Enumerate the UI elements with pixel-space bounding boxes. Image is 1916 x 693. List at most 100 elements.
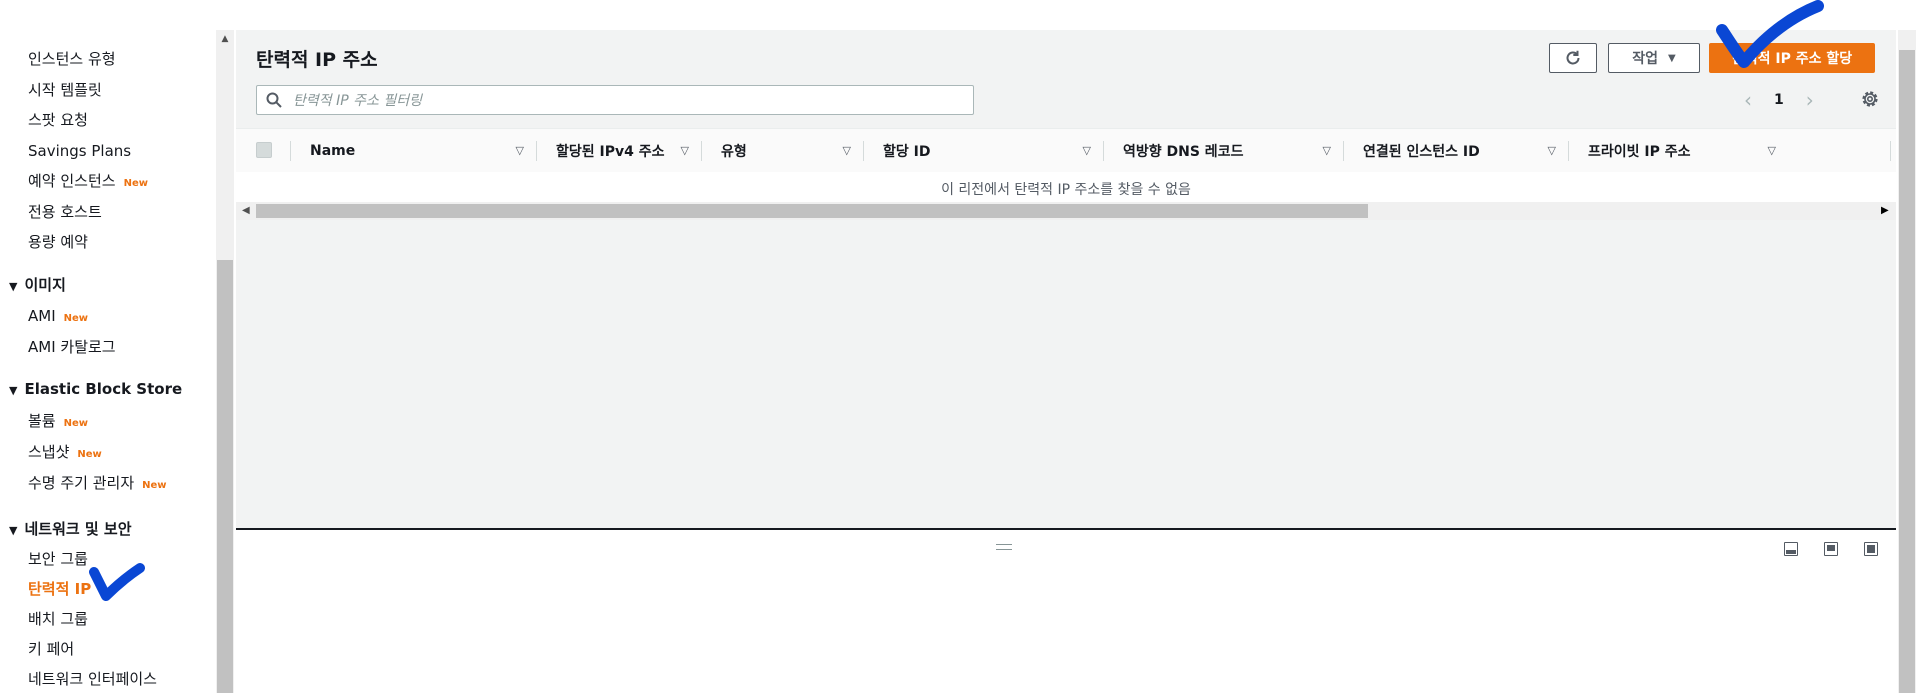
caret-down-icon: ▼ — [9, 280, 18, 293]
column-separator — [1103, 141, 1104, 161]
new-badge: New — [63, 313, 89, 324]
column-separator — [536, 141, 537, 161]
sidebar-scrollbar[interactable]: ▲ — [216, 30, 234, 693]
page-title: 탄력적 IP 주소 — [256, 49, 378, 71]
refresh-button[interactable] — [1549, 43, 1597, 73]
gear-icon[interactable] — [1859, 88, 1881, 110]
column-separator — [863, 141, 864, 161]
sidebar-item-network-interfaces[interactable]: 네트워크 인터페이스 — [28, 670, 157, 688]
sidebar-item-dedicated-hosts[interactable]: 전용 호스트 — [28, 203, 102, 221]
column-label: Name — [310, 142, 356, 159]
sidebar-item-ami-catalog[interactable]: AMI 카탈로그 — [28, 338, 116, 356]
column-header-ipv4[interactable]: 할당된 IPv4 주소 ▽ — [556, 129, 701, 172]
sidebar-item-label: 볼륨 — [28, 412, 56, 430]
sidebar-item-label: 예약 인스턴스 — [28, 172, 116, 190]
new-badge: New — [63, 418, 88, 429]
sort-icon: ▽ — [1547, 144, 1556, 157]
table-header: Name ▽ 할당된 IPv4 주소 ▽ 유형 ▽ 할당 ID ▽ 역방향 DN… — [236, 128, 1896, 173]
scroll-right-arrow-icon[interactable]: ▶ — [1881, 205, 1889, 216]
column-separator — [1890, 141, 1891, 161]
sidebar-item-launch-templates[interactable]: 시작 템플릿 — [28, 81, 102, 99]
refresh-icon — [1566, 50, 1580, 65]
panel-bottom-icon[interactable] — [1784, 542, 1798, 556]
column-header-name[interactable]: Name ▽ — [310, 129, 536, 172]
column-header-allocation-id[interactable]: 할당 ID ▽ — [883, 129, 1103, 172]
search-box[interactable] — [256, 85, 974, 115]
column-label: 연결된 인스턴스 ID — [1363, 143, 1480, 160]
sort-icon: ▽ — [515, 144, 524, 157]
new-badge: New — [123, 178, 148, 189]
panel-full-icon[interactable] — [1864, 542, 1878, 556]
select-all-checkbox[interactable] — [256, 142, 272, 158]
sort-icon: ▽ — [1082, 144, 1091, 157]
section-header-images[interactable]: ▼ 이미지 — [9, 274, 66, 295]
column-separator — [701, 141, 702, 161]
sidebar-item-volumes[interactable]: 볼륨 New — [28, 412, 88, 433]
scroll-left-arrow-icon[interactable]: ◀ — [242, 205, 250, 216]
sidebar-item-key-pairs[interactable]: 키 페어 — [28, 640, 74, 658]
sidebar-scroll-thumb[interactable] — [217, 260, 233, 693]
main-vertical-scrollbar[interactable] — [1898, 30, 1916, 693]
column-separator — [290, 141, 291, 161]
column-separator — [1343, 141, 1344, 161]
sidebar-item-reserved-instances[interactable]: 예약 인스턴스 New — [28, 172, 148, 193]
actions-label: 작업 — [1632, 51, 1659, 67]
column-header-reverse-dns[interactable]: 역방향 DNS 레코드 ▽ — [1123, 129, 1343, 172]
column-label: 할당된 IPv4 주소 — [556, 143, 665, 160]
sidebar-item-partial[interactable]: 인스턴스 — [28, 0, 83, 10]
empty-message: 이 리전에서 탄력적 IP 주소를 찾을 수 없음 — [941, 182, 1191, 198]
column-label: 역방향 DNS 레코드 — [1123, 143, 1244, 160]
sidebar-item-spot-requests[interactable]: 스팟 요청 — [28, 111, 88, 129]
section-title: 이미지 — [24, 276, 66, 294]
empty-table-row: 이 리전에서 탄력적 IP 주소를 찾을 수 없음 — [236, 172, 1896, 202]
caret-down-icon: ▼ — [9, 524, 18, 537]
new-badge: New — [77, 449, 102, 460]
column-header-type[interactable]: 유형 ▽ — [721, 129, 863, 172]
pagination: ‹ 1 › — [1744, 88, 1814, 112]
column-header-instance-id[interactable]: 연결된 인스턴스 ID ▽ — [1363, 129, 1568, 172]
chevron-left-icon[interactable]: ‹ — [1744, 88, 1752, 112]
column-header-private-ip[interactable]: 프라이빗 IP 주소 ▽ — [1588, 129, 1788, 172]
sidebar-item-elastic-ips[interactable]: 탄력적 IP — [28, 580, 91, 598]
section-header-ebs[interactable]: ▼ Elastic Block Store — [9, 380, 182, 398]
caret-down-icon: ▼ — [1668, 52, 1676, 64]
actions-button[interactable]: 작업 ▼ — [1608, 43, 1700, 73]
sort-icon: ▽ — [842, 144, 851, 157]
section-title: 네트워크 및 보안 — [24, 520, 132, 538]
sidebar-item-snapshots[interactable]: 스냅샷 New — [28, 443, 102, 464]
scroll-up-arrow-icon[interactable]: ▲ — [216, 34, 234, 46]
search-icon — [266, 92, 282, 108]
sidebar-item-ami[interactable]: AMI New — [28, 307, 88, 328]
sidebar-item-label: AMI — [28, 307, 56, 325]
sidebar-item-security-groups[interactable]: 보안 그룹 — [28, 550, 88, 568]
main-vertical-scroll-thumb[interactable] — [1899, 50, 1915, 693]
split-panel — [236, 530, 1896, 693]
sidebar-item-placement-groups[interactable]: 배치 그룹 — [28, 610, 88, 628]
column-label: 할당 ID — [883, 143, 931, 160]
sidebar-item-instance-types[interactable]: 인스턴스 유형 — [28, 50, 116, 68]
column-separator — [1568, 141, 1569, 161]
sidebar-item-savings-plans[interactable]: Savings Plans — [28, 142, 131, 160]
sort-icon: ▽ — [1767, 144, 1776, 157]
main-panel: 탄력적 IP 주소 작업 ▼ 탄력적 IP 주소 할당 ‹ 1 › Nam — [236, 30, 1896, 530]
chevron-right-icon[interactable]: › — [1806, 88, 1814, 112]
page-number[interactable]: 1 — [1774, 92, 1784, 108]
horizontal-scrollbar[interactable]: ◀ ▶ — [236, 202, 1896, 220]
column-label: 프라이빗 IP 주소 — [1588, 143, 1691, 160]
section-header-network-security[interactable]: ▼ 네트워크 및 보안 — [9, 518, 132, 539]
search-input[interactable] — [291, 90, 965, 112]
sidebar-item-capacity-reservations[interactable]: 용량 예약 — [28, 233, 88, 251]
new-badge: New — [142, 480, 167, 491]
sort-icon: ▽ — [1322, 144, 1331, 157]
sidebar-item-label: 스냅샷 — [28, 443, 70, 461]
drag-handle-icon[interactable] — [996, 544, 1012, 550]
sort-icon: ▽ — [680, 144, 689, 157]
allocate-elastic-ip-button[interactable]: 탄력적 IP 주소 할당 — [1709, 43, 1875, 73]
column-label: 유형 — [721, 143, 747, 160]
sidebar: 인스턴스 인스턴스 유형 시작 템플릿 스팟 요청 Savings Plans … — [0, 0, 216, 693]
sidebar-item-lifecycle-manager[interactable]: 수명 주기 관리자 New — [28, 474, 167, 495]
panel-side-icon[interactable] — [1824, 542, 1838, 556]
section-title: Elastic Block Store — [24, 380, 183, 398]
sidebar-item-label: 수명 주기 관리자 — [28, 474, 135, 492]
horizontal-scroll-thumb[interactable] — [256, 204, 1368, 218]
